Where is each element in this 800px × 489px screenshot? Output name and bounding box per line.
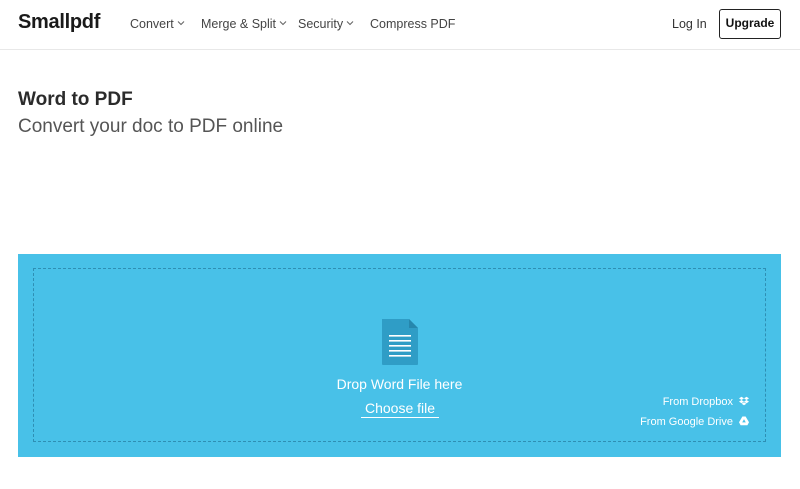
dropbox-label: From Dropbox [662, 396, 733, 408]
upload-panel: Drop Word File here Choose file From Dro… [18, 254, 781, 457]
nav-item-convert[interactable]: Convert [130, 17, 185, 31]
smallpdf-logo[interactable]: Smallpdf [18, 11, 100, 34]
chevron-down-icon [346, 21, 354, 26]
page-title: Word to PDF [18, 89, 133, 110]
nav-item-label: Convert [130, 17, 174, 31]
google-drive-icon [739, 416, 749, 426]
login-link[interactable]: Log In [672, 17, 707, 31]
page-subtitle: Convert your doc to PDF online [18, 116, 284, 137]
choose-file-button[interactable]: Choose file [361, 400, 439, 418]
nav-item-merge-split[interactable]: Merge & Split [201, 17, 287, 31]
document-file-icon [382, 319, 418, 365]
chevron-down-icon [279, 21, 287, 26]
chevron-down-icon [177, 21, 185, 26]
nav-item-security[interactable]: Security [298, 17, 354, 31]
nav-item-label: Merge & Split [201, 17, 277, 31]
nav-item-label: Security [298, 17, 344, 31]
upgrade-button[interactable]: Upgrade [719, 9, 781, 39]
nav-item-compress-pdf[interactable]: Compress PDF [370, 17, 455, 31]
google-drive-label: From Google Drive [640, 416, 733, 428]
top-navbar: Smallpdf Convert Merge & Split Security … [0, 0, 800, 50]
from-dropbox-link[interactable]: From Dropbox [663, 396, 749, 408]
from-google-drive-link[interactable]: From Google Drive [640, 416, 749, 428]
file-dropzone[interactable]: Drop Word File here Choose file From Dro… [33, 268, 766, 442]
dropbox-icon [739, 396, 749, 406]
nav-item-label: Compress PDF [370, 17, 456, 31]
drop-instruction-text: Drop Word File here [336, 376, 463, 392]
